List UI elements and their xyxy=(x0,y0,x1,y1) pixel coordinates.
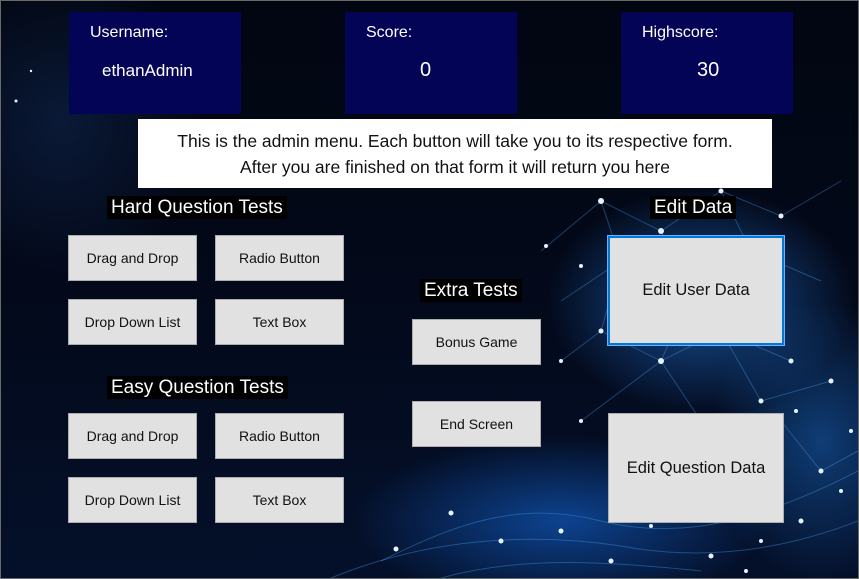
easy-drop-down-list-button[interactable]: Drop Down List xyxy=(68,477,197,523)
highscore-label: Highscore: xyxy=(642,24,719,41)
admin-menu-window: Username: ethanAdmin Score: 0 Highscore:… xyxy=(0,0,859,579)
hard-drop-down-list-button[interactable]: Drop Down List xyxy=(68,299,197,345)
notice-line-2: After you are finished on that form it w… xyxy=(240,156,670,177)
easy-text-box-button[interactable]: Text Box xyxy=(215,477,344,523)
highscore-value: 30 xyxy=(697,59,720,81)
admin-notice-label: This is the admin menu. Each button will… xyxy=(138,119,772,188)
highscore-panel: Highscore: 30 xyxy=(621,12,793,114)
easy-tests-title: Easy Question Tests xyxy=(107,376,288,399)
notice-line-1: This is the admin menu. Each button will… xyxy=(177,130,733,151)
edit-user-data-button[interactable]: Edit User Data xyxy=(607,235,785,346)
edit-question-data-button[interactable]: Edit Question Data xyxy=(608,413,784,523)
score-label: Score: xyxy=(366,24,413,41)
username-label: Username: xyxy=(90,24,169,41)
score-panel: Score: 0 xyxy=(345,12,517,114)
hard-tests-title: Hard Question Tests xyxy=(107,196,287,219)
hard-text-box-button[interactable]: Text Box xyxy=(215,299,344,345)
edit-data-title: Edit Data xyxy=(650,196,737,219)
easy-radio-button-button[interactable]: Radio Button xyxy=(215,413,344,459)
username-panel: Username: ethanAdmin xyxy=(69,12,241,114)
bonus-game-button[interactable]: Bonus Game xyxy=(412,319,541,365)
username-value: ethanAdmin xyxy=(102,61,193,80)
hard-drag-drop-button[interactable]: Drag and Drop xyxy=(68,235,197,281)
score-value: 0 xyxy=(420,59,432,81)
easy-drag-drop-button[interactable]: Drag and Drop xyxy=(68,413,197,459)
end-screen-button[interactable]: End Screen xyxy=(412,401,541,447)
extra-tests-title: Extra Tests xyxy=(420,279,522,302)
hard-radio-button-button[interactable]: Radio Button xyxy=(215,235,344,281)
